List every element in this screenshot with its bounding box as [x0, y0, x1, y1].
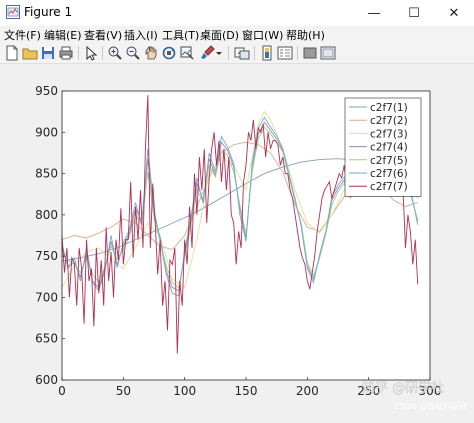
figure-canvas[interactable]: 0 50 100 150 200 250 300 600 650 700 750 800 850 900 9… — [0, 64, 474, 419]
watermark-zhihu: 知乎 @研学社 — [362, 380, 444, 396]
menu-tools[interactable]: 工具(T) — [162, 27, 199, 43]
toolbar-separator — [228, 46, 229, 60]
x-tick-label: 0 — [58, 384, 66, 398]
menu-view[interactable]: 查看(V) — [84, 27, 122, 43]
brush-dropdown-icon[interactable] — [215, 45, 223, 61]
minimize-button[interactable]: — — [354, 0, 394, 26]
save-icon[interactable] — [40, 45, 56, 61]
y-tick-label: 600 — [35, 373, 58, 387]
brush-icon[interactable] — [199, 45, 215, 61]
y-tick-label: 650 — [35, 332, 58, 346]
data-cursor-icon[interactable] — [179, 45, 195, 61]
toolbar-separator — [297, 46, 298, 60]
zoom-in-icon[interactable] — [107, 45, 123, 61]
link-plot-icon[interactable] — [234, 45, 250, 61]
matlab-figure-icon — [6, 5, 20, 19]
toolbar — [0, 43, 474, 64]
y-tick-label: 750 — [35, 249, 58, 263]
legend-label: c2f7(2) — [370, 115, 408, 127]
title-bar: Figure 1 — ☐ ✕ — [0, 0, 474, 26]
menu-insert[interactable]: 插入(I) — [124, 27, 158, 43]
x-tick-label: 150 — [235, 384, 258, 398]
x-tick-label: 100 — [173, 384, 196, 398]
menu-desktop[interactable]: 桌面(D) — [200, 27, 239, 43]
window-title: Figure 1 — [24, 5, 73, 19]
y-tick-label: 700 — [35, 290, 58, 304]
toolbar-separator — [254, 46, 255, 60]
y-tick-label: 850 — [35, 167, 58, 181]
line-plot[interactable]: 0 50 100 150 200 250 3006006507007508008509009… — [0, 64, 474, 419]
menu-bar: 文件(F) 编辑(E) 查看(V) 插入(I) 工具(T) 桌面(D) 窗口(W… — [0, 26, 474, 43]
y-tick-label: 800 — [35, 208, 58, 222]
toolbar-separator — [102, 46, 103, 60]
menu-help[interactable]: 帮助(H) — [286, 27, 325, 43]
rotate-3d-icon[interactable] — [161, 45, 177, 61]
y-tick-label: 950 — [35, 84, 58, 98]
x-tick-label: 200 — [296, 384, 319, 398]
maximize-button[interactable]: ☐ — [394, 0, 434, 26]
print-icon[interactable] — [58, 45, 74, 61]
menu-window[interactable]: 窗口(W) — [242, 27, 283, 43]
legend[interactable]: c2f7(1)c2f7(2)c2f7(3)c2f7(4)c2f7(5)c2f7(… — [344, 97, 422, 197]
open-file-icon[interactable] — [22, 45, 38, 61]
insert-legend-icon[interactable] — [277, 45, 293, 61]
zoom-out-icon[interactable] — [125, 45, 141, 61]
legend-label: c2f7(4) — [370, 142, 408, 154]
legend-label: c2f7(1) — [370, 102, 408, 114]
hide-plot-tools-icon[interactable] — [302, 45, 318, 61]
watermark-csdn: CSDN @荔枝科研社 — [394, 401, 467, 411]
insert-colorbar-icon[interactable] — [259, 45, 275, 61]
y-tick-label: 900 — [35, 125, 58, 139]
legend-label: c2f7(7) — [370, 181, 408, 193]
legend-label: c2f7(3) — [370, 128, 408, 140]
show-plot-tools-icon[interactable] — [320, 45, 336, 61]
menu-edit[interactable]: 编辑(E) — [44, 27, 82, 43]
edit-plot-icon[interactable] — [83, 45, 99, 61]
close-button[interactable]: ✕ — [434, 0, 474, 26]
legend-label: c2f7(6) — [370, 168, 408, 180]
x-tick-label: 50 — [116, 384, 131, 398]
new-figure-icon[interactable] — [4, 45, 20, 61]
toolbar-separator — [78, 46, 79, 60]
pan-icon[interactable] — [143, 45, 159, 61]
menu-file[interactable]: 文件(F) — [4, 27, 41, 43]
legend-label: c2f7(5) — [370, 155, 408, 167]
